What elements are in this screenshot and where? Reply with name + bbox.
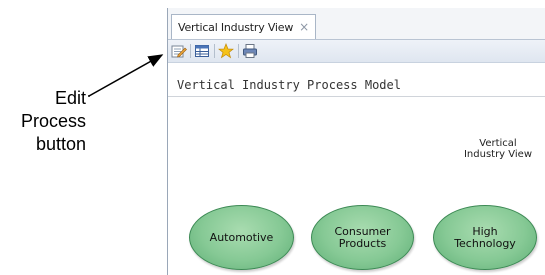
callout-arrow	[88, 54, 164, 97]
